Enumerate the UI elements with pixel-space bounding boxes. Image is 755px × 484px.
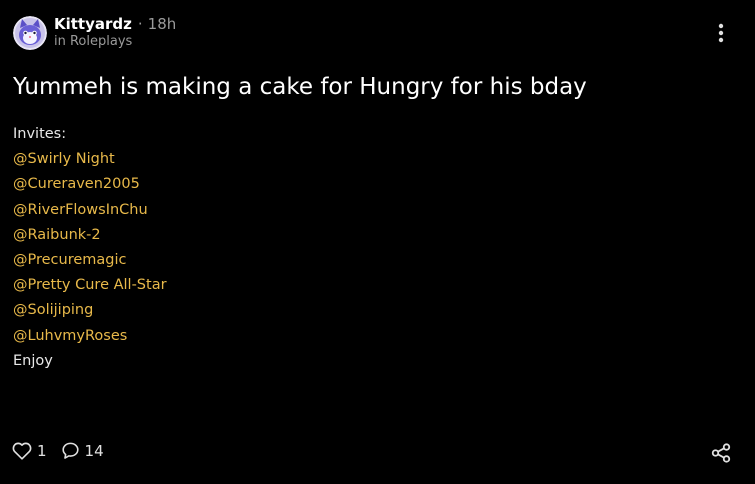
post-title: Yummeh is making a cake for Hungry for h…: [13, 74, 587, 100]
community-link[interactable]: in Roleplays: [54, 34, 176, 50]
post-time: 18h: [147, 15, 177, 34]
post-footer: 1 14: [12, 441, 118, 460]
mention-link[interactable]: @RiverFlowsInChu: [13, 198, 167, 223]
comment-button[interactable]: 14: [61, 441, 104, 460]
avatar[interactable]: [13, 16, 47, 50]
mention-link[interactable]: @Swirly Night: [13, 147, 167, 172]
like-count: 1: [37, 441, 47, 460]
post-card: Kittyardz · 18h in Roleplays Yummeh is m…: [0, 0, 755, 484]
mention-link[interactable]: @Precuremagic: [13, 248, 167, 273]
meta-separator: ·: [137, 15, 143, 34]
like-button[interactable]: 1: [12, 442, 47, 460]
mention-link[interactable]: @Solijiping: [13, 298, 167, 323]
author-name[interactable]: Kittyardz: [54, 16, 132, 34]
more-vertical-icon: [718, 23, 724, 43]
post-body: Invites: @Swirly Night @Cureraven2005 @R…: [13, 122, 167, 374]
closing-text: Enjoy: [13, 352, 53, 369]
mention-link[interactable]: @Pretty Cure All-Star: [13, 273, 167, 298]
mention-link[interactable]: @LuhvmyRoses: [13, 324, 167, 349]
post-meta: Kittyardz · 18h in Roleplays: [54, 16, 176, 49]
invites-label: Invites:: [13, 126, 67, 142]
post-header: Kittyardz · 18h in Roleplays: [13, 16, 176, 50]
mention-link[interactable]: @Cureraven2005: [13, 172, 167, 197]
comment-count: 14: [84, 441, 104, 460]
share-icon: [711, 443, 731, 463]
more-options-button[interactable]: [708, 20, 734, 46]
share-button[interactable]: [710, 442, 732, 468]
comment-bubble-icon: [61, 442, 79, 459]
heart-icon: [12, 442, 32, 460]
post-meta-line: Kittyardz · 18h: [54, 15, 177, 34]
avatar-cat-icon: [13, 16, 47, 50]
mention-link[interactable]: @Raibunk-2: [13, 223, 167, 248]
